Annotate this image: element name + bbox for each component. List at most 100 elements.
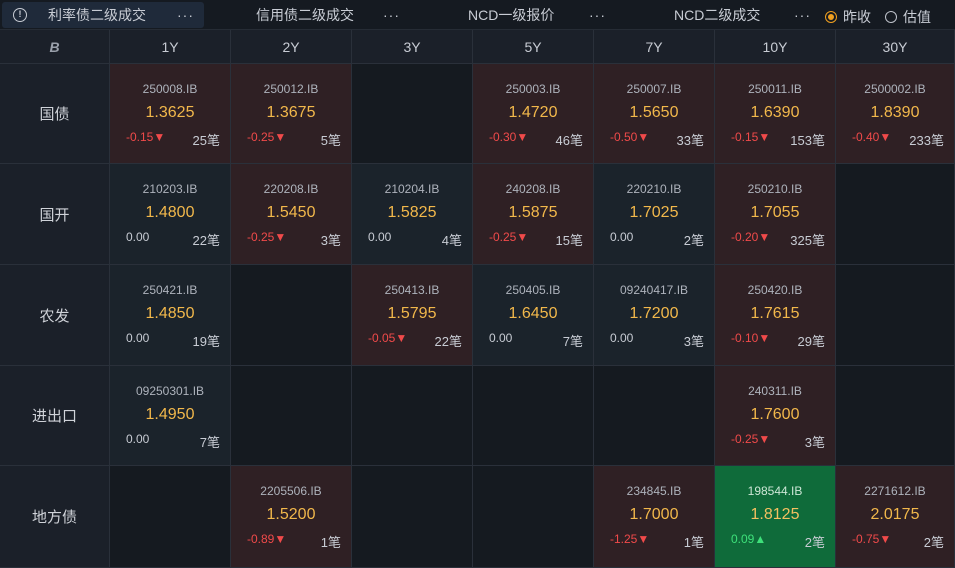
quote-cell[interactable]: 220210.IB 1.7025 0.00 2笔 bbox=[594, 164, 715, 265]
row-header: 地方债 bbox=[0, 466, 110, 568]
radio-valuation[interactable]: 估值 bbox=[885, 7, 931, 27]
quote-cell[interactable]: 250413.IB 1.5795 -0.05▼ 22笔 bbox=[352, 265, 473, 366]
change-value: -0.15▼ bbox=[731, 130, 771, 144]
change-value: 0.00 bbox=[126, 331, 150, 345]
trade-count: 7笔 bbox=[199, 435, 220, 450]
bond-code: 240311.IB bbox=[748, 384, 802, 398]
change-value: -1.25▼ bbox=[610, 532, 650, 546]
quote-cell[interactable]: 250011.IB 1.6390 -0.15▼ 153笔 bbox=[715, 64, 836, 164]
more-icon[interactable]: ··· bbox=[589, 7, 606, 23]
trade-count: 233笔 bbox=[909, 133, 944, 148]
quote-cell[interactable]: 250420.IB 1.7615 -0.10▼ 29笔 bbox=[715, 265, 836, 366]
trade-count: 4笔 bbox=[441, 233, 462, 248]
radio-checked-icon bbox=[825, 11, 837, 23]
column-header: 3Y bbox=[352, 30, 473, 64]
yield-value: 1.3625 bbox=[145, 104, 195, 121]
bond-code: 2205506.IB bbox=[260, 484, 322, 498]
yield-value: 1.7000 bbox=[629, 506, 679, 523]
quote-cell[interactable]: 2271612.IB 2.0175 -0.75▼ 2笔 bbox=[836, 466, 955, 568]
change-value: -0.25▼ bbox=[247, 230, 287, 244]
change-value: 0.00 bbox=[489, 331, 513, 345]
bond-code: 210204.IB bbox=[384, 182, 440, 196]
empty-cell bbox=[352, 466, 473, 568]
quote-cell[interactable]: 220208.IB 1.5450 -0.25▼ 3笔 bbox=[231, 164, 352, 265]
row-header: 农发 bbox=[0, 265, 110, 366]
column-header: 5Y bbox=[473, 30, 594, 64]
empty-cell bbox=[352, 64, 473, 164]
column-header: 10Y bbox=[715, 30, 836, 64]
trade-count: 7笔 bbox=[562, 334, 583, 349]
yield-value: 1.5875 bbox=[508, 204, 558, 221]
quote-cell[interactable]: 234845.IB 1.7000 -1.25▼ 1笔 bbox=[594, 466, 715, 568]
yield-value: 1.3675 bbox=[266, 104, 316, 121]
trade-count: 19笔 bbox=[192, 334, 220, 349]
yield-value: 1.4850 bbox=[145, 305, 195, 322]
change-value: 0.00 bbox=[126, 230, 150, 244]
trade-count: 2笔 bbox=[923, 535, 944, 550]
quote-cell[interactable]: 250210.IB 1.7055 -0.20▼ 325笔 bbox=[715, 164, 836, 265]
empty-cell bbox=[110, 466, 231, 568]
trade-count: 1笔 bbox=[320, 535, 341, 550]
change-value: 0.09▲ bbox=[731, 532, 767, 546]
bond-code: 250405.IB bbox=[505, 283, 561, 297]
quote-cell[interactable]: 198544.IB 1.8125 0.09▲ 2笔 bbox=[715, 466, 836, 568]
quote-cell[interactable]: 09240417.IB 1.7200 0.00 3笔 bbox=[594, 265, 715, 366]
change-value: -0.30▼ bbox=[489, 130, 529, 144]
tab-ncd-secondary[interactable]: NCD二级成交 ··· bbox=[620, 2, 816, 28]
more-icon[interactable]: ··· bbox=[177, 7, 194, 23]
bond-code: 198544.IB bbox=[747, 484, 803, 498]
empty-cell bbox=[836, 366, 955, 466]
quote-cell[interactable]: 240208.IB 1.5875 -0.25▼ 15笔 bbox=[473, 164, 594, 265]
trade-count: 3笔 bbox=[804, 435, 825, 450]
quote-cell[interactable]: 210204.IB 1.5825 0.00 4笔 bbox=[352, 164, 473, 265]
yield-value: 1.8390 bbox=[870, 104, 920, 121]
yield-grid: B 1Y 2Y 3Y 5Y 7Y 10Y 30Y 国债 250008.IB 1.3625 -0.15… bbox=[0, 30, 955, 568]
tab-ncd-primary-quote[interactable]: NCD一级报价 ··· bbox=[416, 2, 612, 28]
column-header: 1Y bbox=[110, 30, 231, 64]
bond-code: 250008.IB bbox=[142, 82, 198, 96]
quote-cell[interactable]: 250003.IB 1.4720 -0.30▼ 46笔 bbox=[473, 64, 594, 164]
change-value: -0.50▼ bbox=[610, 130, 650, 144]
row-header: 国债 bbox=[0, 64, 110, 164]
quote-cell[interactable]: 210203.IB 1.4800 0.00 22笔 bbox=[110, 164, 231, 265]
tab-label: 利率债二级成交 bbox=[48, 7, 146, 23]
trade-count: 153笔 bbox=[790, 133, 825, 148]
quote-cell[interactable]: 250012.IB 1.3675 -0.25▼ 5笔 bbox=[231, 64, 352, 164]
empty-cell bbox=[231, 265, 352, 366]
tab-label: 信用债二级成交 bbox=[256, 7, 354, 23]
change-value: -0.25▼ bbox=[247, 130, 287, 144]
change-value: 0.00 bbox=[368, 230, 392, 244]
quote-cell[interactable]: 250405.IB 1.6450 0.00 7笔 bbox=[473, 265, 594, 366]
radio-prev-close[interactable]: 昨收 bbox=[825, 7, 871, 27]
trade-count: 2笔 bbox=[683, 233, 704, 248]
info-icon[interactable]: ! bbox=[13, 8, 27, 22]
change-value: -0.10▼ bbox=[731, 331, 771, 345]
yield-value: 1.7200 bbox=[629, 305, 679, 322]
yield-value: 1.4800 bbox=[145, 204, 195, 221]
quote-cell[interactable]: 250008.IB 1.3625 -0.15▼ 25笔 bbox=[110, 64, 231, 164]
change-value: -0.05▼ bbox=[368, 331, 408, 345]
trade-count: 15笔 bbox=[555, 233, 583, 248]
quote-cell[interactable]: 09250301.IB 1.4950 0.00 7笔 bbox=[110, 366, 231, 466]
quote-cell[interactable]: 2500002.IB 1.8390 -0.40▼ 233笔 bbox=[836, 64, 955, 164]
quote-cell[interactable]: 250007.IB 1.5650 -0.50▼ 33笔 bbox=[594, 64, 715, 164]
bond-code: 250007.IB bbox=[626, 82, 682, 96]
more-icon[interactable]: ··· bbox=[383, 7, 400, 23]
trade-count: 3笔 bbox=[320, 233, 341, 248]
corner-logo: B bbox=[0, 30, 110, 64]
quote-cell[interactable]: 2205506.IB 1.5200 -0.89▼ 1笔 bbox=[231, 466, 352, 568]
quote-cell[interactable]: 240311.IB 1.7600 -0.25▼ 3笔 bbox=[715, 366, 836, 466]
tab-credit-bond-secondary[interactable]: 信用债二级成交 ··· bbox=[212, 2, 408, 28]
change-value: -0.20▼ bbox=[731, 230, 771, 244]
yield-value: 1.7615 bbox=[750, 305, 800, 322]
yield-value: 1.7055 bbox=[750, 204, 800, 221]
empty-cell bbox=[352, 366, 473, 466]
quote-cell[interactable]: 250421.IB 1.4850 0.00 19笔 bbox=[110, 265, 231, 366]
change-value: 0.00 bbox=[610, 331, 634, 345]
more-icon[interactable]: ··· bbox=[794, 7, 811, 23]
trade-count: 46笔 bbox=[555, 133, 583, 148]
tab-rate-bond-secondary[interactable]: ! 利率债二级成交 ··· bbox=[2, 2, 204, 28]
bond-code: 220210.IB bbox=[626, 182, 682, 196]
row-header: 国开 bbox=[0, 164, 110, 265]
empty-cell bbox=[836, 265, 955, 366]
